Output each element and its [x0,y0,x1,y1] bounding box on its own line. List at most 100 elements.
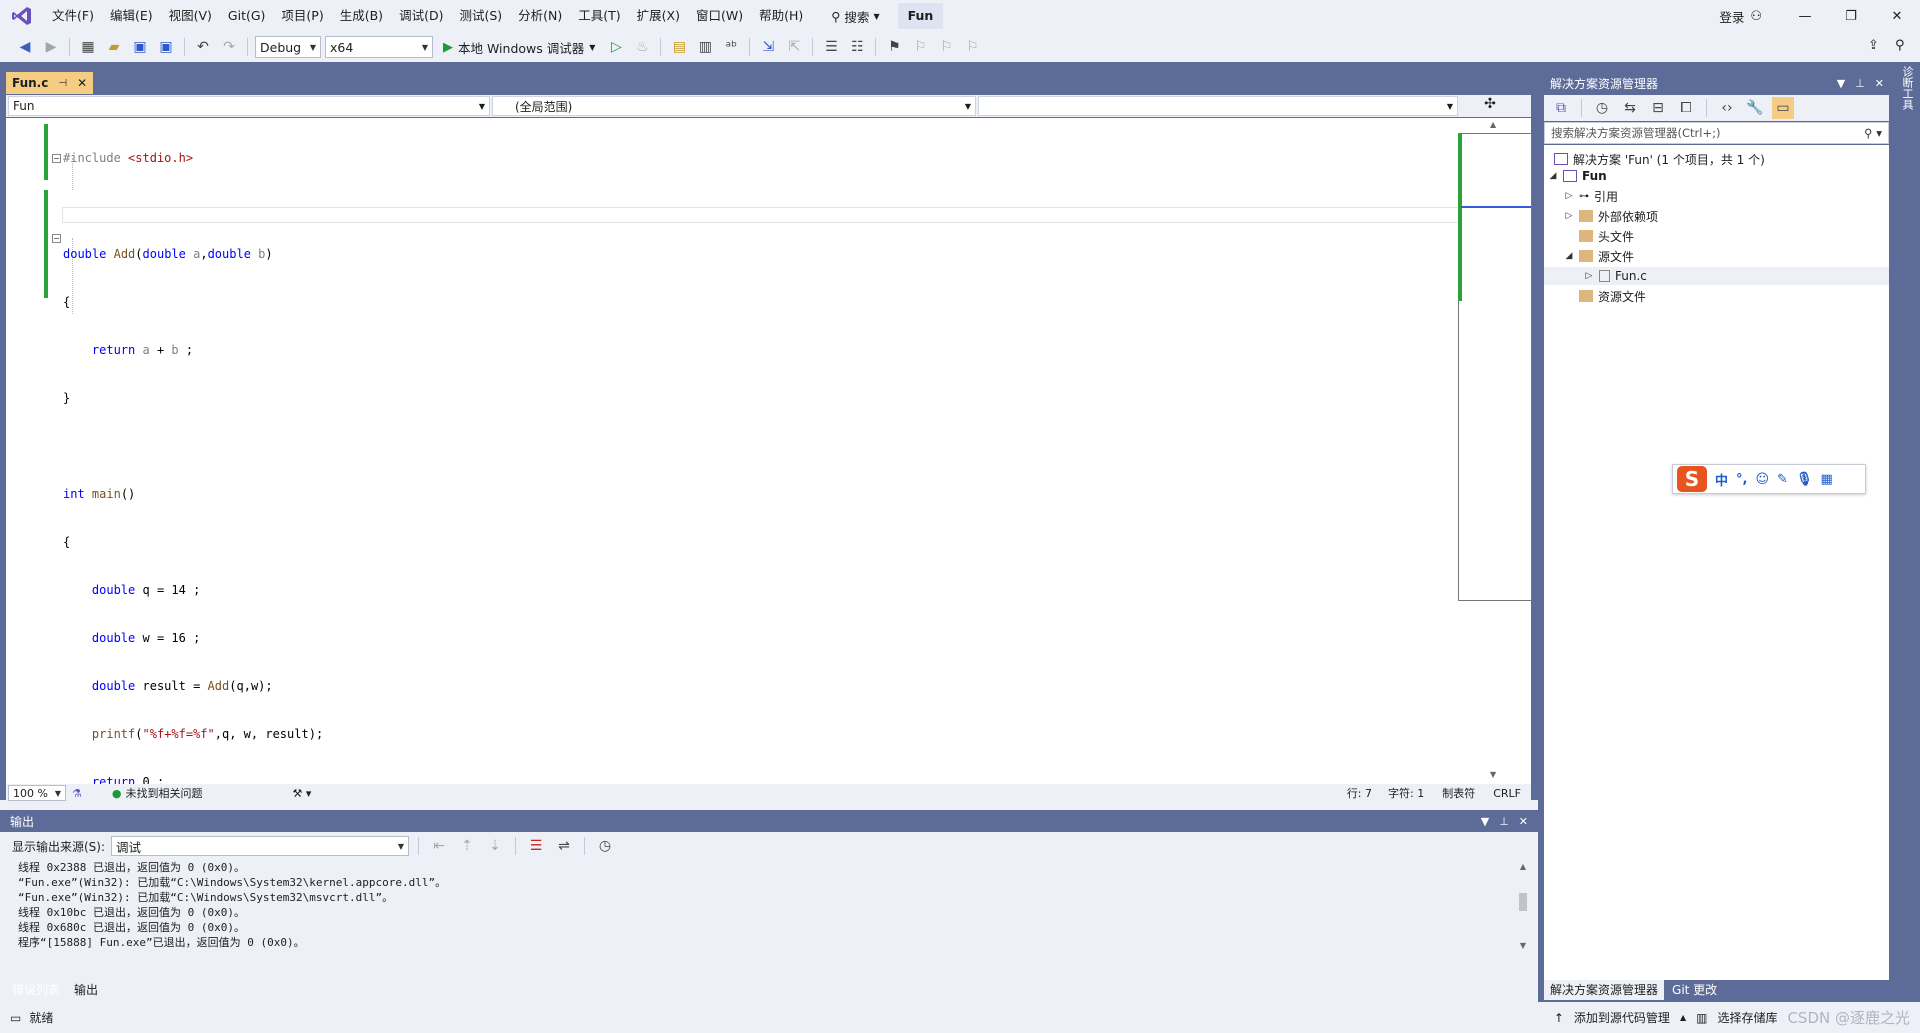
tree-item-solution[interactable]: 解决方案 'Fun' (1 个项目，共 1 个) [1554,150,1765,168]
layout-icon[interactable]: ▥ [694,36,716,58]
menu-test[interactable]: 测试(S) [451,0,510,32]
clock-icon[interactable]: ◷ [594,835,616,857]
step-over-icon[interactable]: ⇱ [783,36,805,58]
scroll-down-icon[interactable]: ▼ [1490,770,1496,779]
intellicode-icon[interactable]: ⚗ [72,787,82,800]
back-icon[interactable]: ◀ [14,36,36,58]
tab-fun-c[interactable]: Fun.c ⊣ ✕ [6,72,94,94]
grid-icon[interactable]: ▦ [1820,472,1832,487]
sync-icon[interactable]: ⇆ [1619,97,1641,119]
visual-studio-logo-icon[interactable] [10,4,34,28]
prev-message-icon[interactable]: ⇡ [456,835,478,857]
menu-project[interactable]: 项目(P) [273,0,331,32]
account-icon[interactable]: ⚇ [1750,9,1762,24]
scroll-thumb[interactable] [1519,893,1527,911]
scroll-down-icon[interactable]: ▼ [1517,941,1529,950]
undo-icon[interactable]: ↶ [192,36,214,58]
feedback-icon[interactable]: ⚲ [1895,38,1905,53]
tab-solution-explorer[interactable]: 解决方案资源管理器 [1544,980,1665,1000]
issues-status[interactable]: 未找到相关问题 [125,785,202,801]
scope-dropdown[interactable]: (全局范围) ▼ [492,96,976,116]
forward-icon[interactable]: ▶ [40,36,62,58]
close-icon[interactable]: ✕ [1875,77,1884,90]
menu-window[interactable]: 窗口(W) [688,0,751,32]
fold-toggle-main[interactable]: − [52,234,61,243]
login-button[interactable]: 登录 [1719,7,1744,26]
tab-git-changes[interactable]: Git 更改 [1666,980,1723,1000]
menu-extensions[interactable]: 扩展(X) [629,0,688,32]
outdent-icon[interactable]: ☷ [846,36,868,58]
collapse-all-icon[interactable]: ⊟ [1647,97,1669,119]
char-indicator[interactable]: 字符: 1 [1388,785,1424,801]
diagnostic-tools-side-tab[interactable]: 诊断工具 [1893,66,1915,146]
bookmark-icon[interactable]: ⚑ [883,36,905,58]
menu-analyze[interactable]: 分析(N) [510,0,570,32]
select-repository[interactable]: 选择存储库 [1717,1009,1777,1026]
tree-item-resource-files[interactable]: 资源文件 [1579,287,1646,305]
collapse-triangle-icon[interactable]: ◢ [1548,171,1558,181]
project-dropdown[interactable]: Fun ▼ [8,96,490,116]
code-minimap[interactable] [1458,133,1532,601]
spell-check-icon[interactable]: ᵃᵇ [720,36,742,58]
scroll-up-icon[interactable]: ▲ [1517,862,1529,871]
close-button[interactable]: ✕ [1874,0,1920,32]
chevron-down-icon[interactable]: ▼ [1837,77,1845,90]
add-to-source-control[interactable]: 添加到源代码管理 [1574,1009,1670,1026]
ime-punctuation[interactable]: °, [1736,472,1747,487]
switch-views-icon[interactable]: ⧉ [1550,97,1572,119]
platform-select[interactable]: x64 ▼ [325,36,433,58]
browse-icon[interactable]: ▤ [668,36,690,58]
find-message-icon[interactable]: ⇤ [428,835,450,857]
tree-item-header-files[interactable]: 头文件 [1579,227,1634,245]
menu-build[interactable]: 生成(B) [332,0,391,32]
collapse-triangle-icon[interactable]: ◢ [1564,251,1574,261]
menu-git[interactable]: Git(G) [220,0,274,32]
close-icon[interactable]: ✕ [1519,815,1528,828]
next-message-icon[interactable]: ⇣ [484,835,506,857]
share-icon[interactable]: ⇪ [1868,38,1879,53]
menu-file[interactable]: 文件(F) [44,0,102,32]
show-all-files-icon[interactable]: ⧠ [1675,97,1697,119]
pin-icon[interactable]: ⊥ [1499,815,1509,828]
tabs-indicator[interactable]: 制表符 [1442,785,1475,801]
tree-item-external-deps[interactable]: ▷ 外部依赖项 [1564,207,1658,225]
clear-all-icon[interactable]: ☰ [525,835,547,857]
new-project-icon[interactable]: ▦ [77,36,99,58]
solution-search-input[interactable]: 搜索解决方案资源管理器(Ctrl+;) ⚲ ▾ [1544,122,1889,144]
next-bookmark-icon[interactable]: ⚐ [935,36,957,58]
expand-triangle-icon[interactable]: ▷ [1584,271,1594,281]
save-icon[interactable]: ▣ [129,36,151,58]
code-editor[interactable]: − − #include <stdio.h> double Add(double… [6,118,1531,837]
menu-help[interactable]: 帮助(H) [751,0,811,32]
indent-icon[interactable]: ☰ [820,36,842,58]
view-code-icon[interactable]: ‹› [1716,97,1738,119]
output-text[interactable]: 线程 0x2388 已退出，返回值为 0 (0x0)。 “Fun.exe”(Wi… [6,860,1531,980]
sogou-logo-icon[interactable]: S [1677,466,1707,492]
step-icon[interactable]: ⇲ [757,36,779,58]
menu-view[interactable]: 视图(V) [161,0,220,32]
pin-icon[interactable]: ⊣ [58,78,67,89]
start-without-debugging-icon[interactable]: ▷ [605,36,627,58]
member-dropdown[interactable]: ▼ [978,96,1458,116]
restore-button[interactable]: ❐ [1828,0,1874,32]
tree-item-references[interactable]: ▷ ⊶ 引用 [1564,187,1618,205]
open-file-icon[interactable]: ▰ [103,36,125,58]
emoji-icon[interactable]: ☺ [1755,472,1769,487]
line-indicator[interactable]: 行: 7 [1347,785,1372,801]
zoom-select[interactable]: 100 % ▼ [8,785,66,801]
save-all-icon[interactable]: ▣ [155,36,177,58]
scroll-up-icon[interactable]: ▲ [1490,120,1496,129]
chevron-down-icon[interactable]: ▼ [1481,815,1489,828]
menu-debug[interactable]: 调试(D) [391,0,451,32]
menu-edit[interactable]: 编辑(E) [102,0,161,32]
history-icon[interactable]: ◷ [1591,97,1613,119]
prev-bookmark-icon[interactable]: ⚐ [909,36,931,58]
pin-icon[interactable]: ⊥ [1855,77,1865,90]
preview-icon[interactable]: ▭ [1772,97,1794,119]
configuration-select[interactable]: Debug ▼ [255,36,321,58]
search-button[interactable]: ⚲ 搜索 ▼ [823,4,887,28]
tab-output[interactable]: 输出 [68,980,105,1000]
pen-icon[interactable]: ✎ [1777,472,1788,487]
split-icon[interactable]: ✣ [1460,96,1520,116]
menu-tools[interactable]: 工具(T) [570,0,628,32]
